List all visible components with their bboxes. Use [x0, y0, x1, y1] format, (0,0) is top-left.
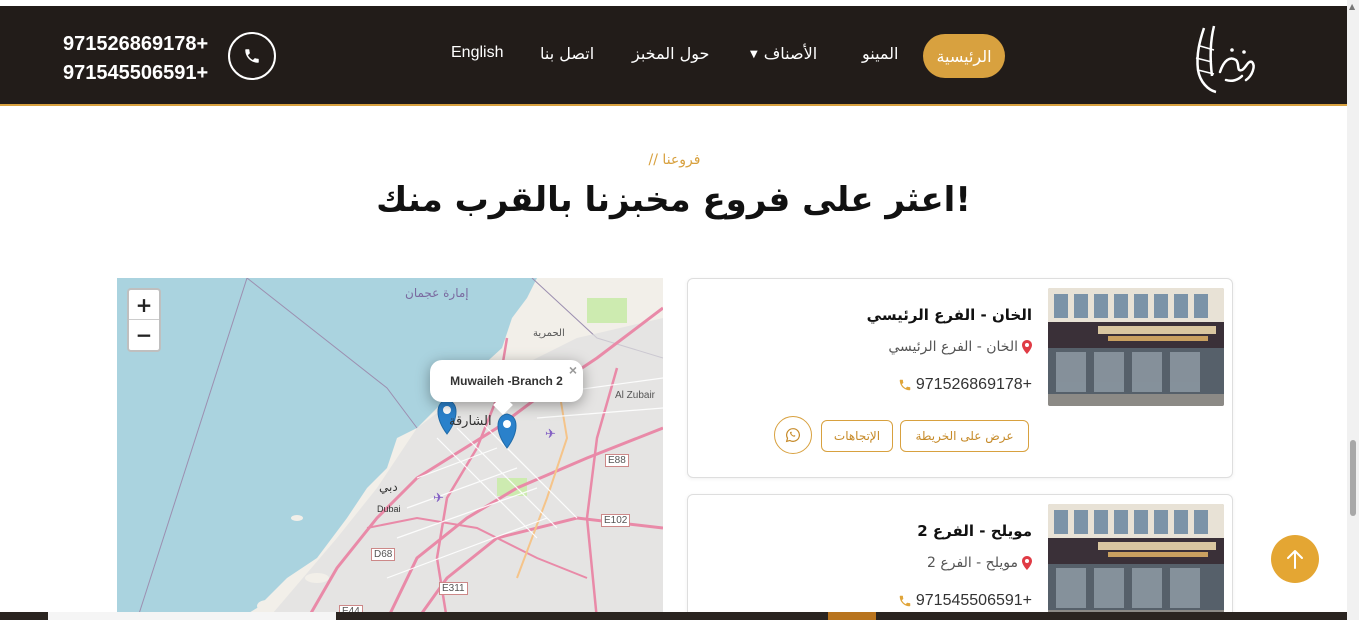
map-label-hamriya: الحمرية	[533, 328, 565, 339]
branch-phone[interactable]: 971526869178+	[898, 376, 1032, 394]
section-title: اعثر على فروع مخبزنا بالقرب منك!	[376, 180, 971, 220]
nav-menu[interactable]: المينو	[862, 44, 899, 63]
section-eyebrow: // فروعنا	[648, 152, 701, 168]
map-label-e102: E102	[601, 514, 631, 527]
location-pin-icon	[1022, 556, 1032, 570]
branch-card: الخان - الفرع الرئيسي الخان - الفرع الرئ…	[687, 278, 1233, 478]
whatsapp-icon	[785, 428, 800, 443]
whatsapp-button[interactable]	[774, 416, 812, 454]
header-phone-1[interactable]: 971526869178+	[63, 30, 208, 59]
zoom-out-button[interactable]: −	[129, 320, 159, 350]
map-label-e88: E88	[605, 454, 629, 467]
phone-icon	[245, 49, 259, 63]
map-label-dubai-en: Dubai	[377, 504, 401, 514]
phone-icon	[899, 379, 911, 391]
logo[interactable]	[1186, 20, 1262, 98]
map-popup: Muwaileh -Branch 2 ×	[430, 360, 583, 415]
branch-address-text: الخان - الفرع الرئيسي	[888, 339, 1018, 355]
branch-address: الخان - الفرع الرئيسي	[888, 339, 1032, 355]
branches-map[interactable]: ✈ ✈ إمارة عجمان الحمرية Al Zubair الشارق…	[117, 278, 663, 620]
branch-photo	[1048, 288, 1224, 406]
nav-home[interactable]: الرئيسية	[923, 34, 1005, 78]
scrollbar-thumb[interactable]	[1350, 440, 1356, 516]
scroll-up-arrow-icon[interactable]: ▲	[1349, 2, 1355, 11]
popup-close-button[interactable]: ×	[569, 362, 577, 378]
back-to-top-button[interactable]	[1271, 535, 1319, 583]
branch-address: مويلح - الفرع 2	[927, 555, 1032, 571]
branch-phone[interactable]: 971545506591+	[898, 592, 1032, 610]
zoom-in-button[interactable]: +	[129, 290, 159, 320]
chevron-down-icon: ▼	[750, 49, 758, 60]
call-button[interactable]	[228, 32, 276, 80]
page-scrollbar[interactable]: ▲	[1347, 0, 1359, 620]
branch-name: مويلح - الفرع 2	[917, 522, 1032, 540]
nav-contact[interactable]: اتصل بنا	[540, 44, 594, 63]
phone-icon	[899, 595, 911, 607]
nav-language[interactable]: English	[451, 44, 503, 62]
nav-about[interactable]: حول المخبز	[632, 44, 709, 63]
page: الرئيسية المينو ▼ الأصناف حول المخبز اتصل…	[0, 0, 1359, 620]
popup-text: Muwaileh -Branch 2	[450, 374, 563, 388]
svg-text:✈: ✈	[545, 427, 556, 442]
bottom-strip	[0, 612, 1347, 620]
map-label-e311: E311	[439, 582, 468, 595]
location-pin-icon	[1022, 340, 1032, 354]
header-phone-2[interactable]: 971545506591+	[63, 59, 208, 88]
svg-text:✈: ✈	[433, 491, 444, 506]
site-header: الرئيسية المينو ▼ الأصناف حول المخبز اتصل…	[0, 6, 1347, 106]
branch-phone-text: 971526869178+	[915, 376, 1032, 393]
map-label-d68: D68	[371, 548, 396, 561]
nav-categories-label: الأصناف	[763, 44, 818, 63]
map-label-al-zubair: Al Zubair	[615, 390, 656, 401]
branch-address-text: مويلح - الفرع 2	[927, 555, 1018, 571]
arrow-up-icon	[1287, 550, 1303, 569]
map-label-dubai: دبي	[379, 480, 398, 494]
branch-card: مويلح - الفرع 2 مويلح - الفرع 2 97154550…	[687, 494, 1233, 620]
directions-button[interactable]: الإتجاهات	[821, 420, 893, 452]
header-phones: 971526869178+ 971545506591+	[63, 30, 208, 88]
view-on-map-button[interactable]: عرض على الخريطة	[900, 420, 1029, 452]
branch-name: الخان - الفرع الرئيسي	[866, 306, 1032, 324]
map-zoom-control: + −	[127, 288, 161, 352]
map-label-ajman: إمارة عجمان	[405, 286, 469, 300]
map-label-sharjah: الشارقة	[449, 414, 492, 429]
branch-phone-text: 971545506591+	[915, 592, 1032, 609]
nav-categories[interactable]: ▼ الأصناف	[750, 44, 817, 63]
branch-photo	[1048, 504, 1224, 620]
map-tiles: ✈ ✈	[117, 278, 663, 620]
